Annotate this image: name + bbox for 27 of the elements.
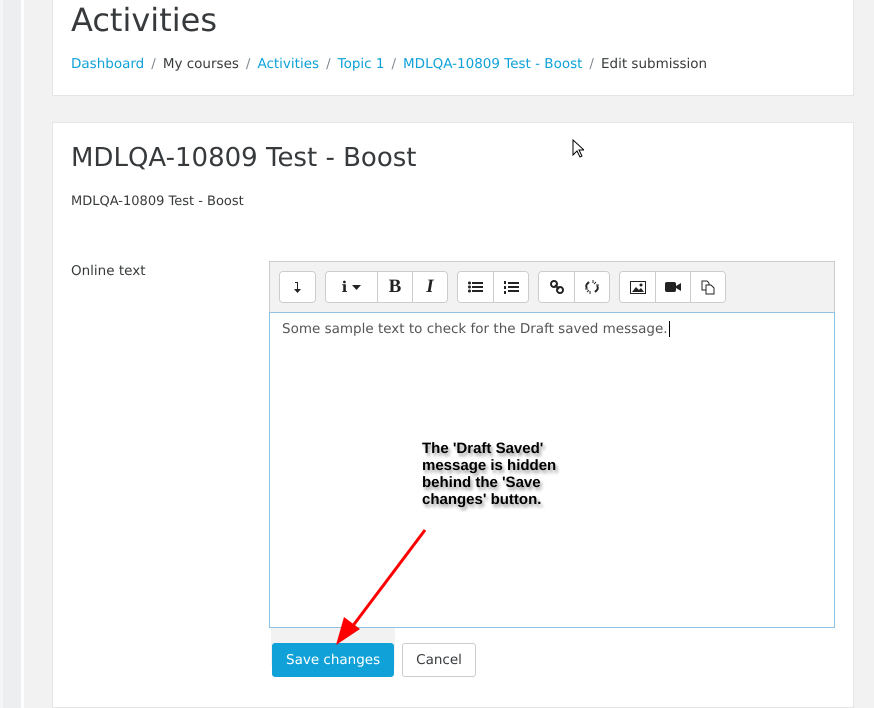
unlink-button[interactable] (574, 272, 609, 302)
image-icon (630, 280, 646, 294)
numbered-list-icon (504, 280, 518, 294)
collapse-icon (294, 281, 302, 293)
copy-icon (701, 280, 715, 294)
caret-icon (352, 284, 362, 290)
media-button[interactable] (690, 272, 725, 302)
breadcrumb-separator: / (150, 56, 157, 72)
italic-button[interactable]: I (412, 272, 447, 302)
breadcrumb-separator: / (325, 56, 332, 72)
assignment-title: MDLQA-10809 Test - Boost (71, 142, 416, 175)
breadcrumb-separator: / (244, 56, 252, 72)
field-label: Online text (71, 263, 146, 279)
cancel-button[interactable]: Cancel (402, 643, 476, 677)
breadcrumb-text: My courses (162, 56, 239, 72)
annotation-text: The 'Draft Saved' message is hidden behind the 'Save changes' button. (422, 440, 558, 508)
breadcrumb-text: Edit submission (600, 56, 708, 72)
breadcrumb-separator: / (588, 56, 595, 72)
assignment-description: MDLQA-10809 Test - Boost (71, 194, 244, 209)
numbers-button[interactable] (493, 272, 528, 302)
link-icon (550, 280, 564, 294)
page-title: Activities (71, 0, 217, 40)
video-camera-icon (665, 281, 681, 293)
unlink-icon (584, 279, 600, 295)
mouse-cursor-icon (572, 139, 584, 158)
breadcrumb-separator: / (390, 56, 398, 72)
bullet-list-icon (468, 281, 483, 293)
